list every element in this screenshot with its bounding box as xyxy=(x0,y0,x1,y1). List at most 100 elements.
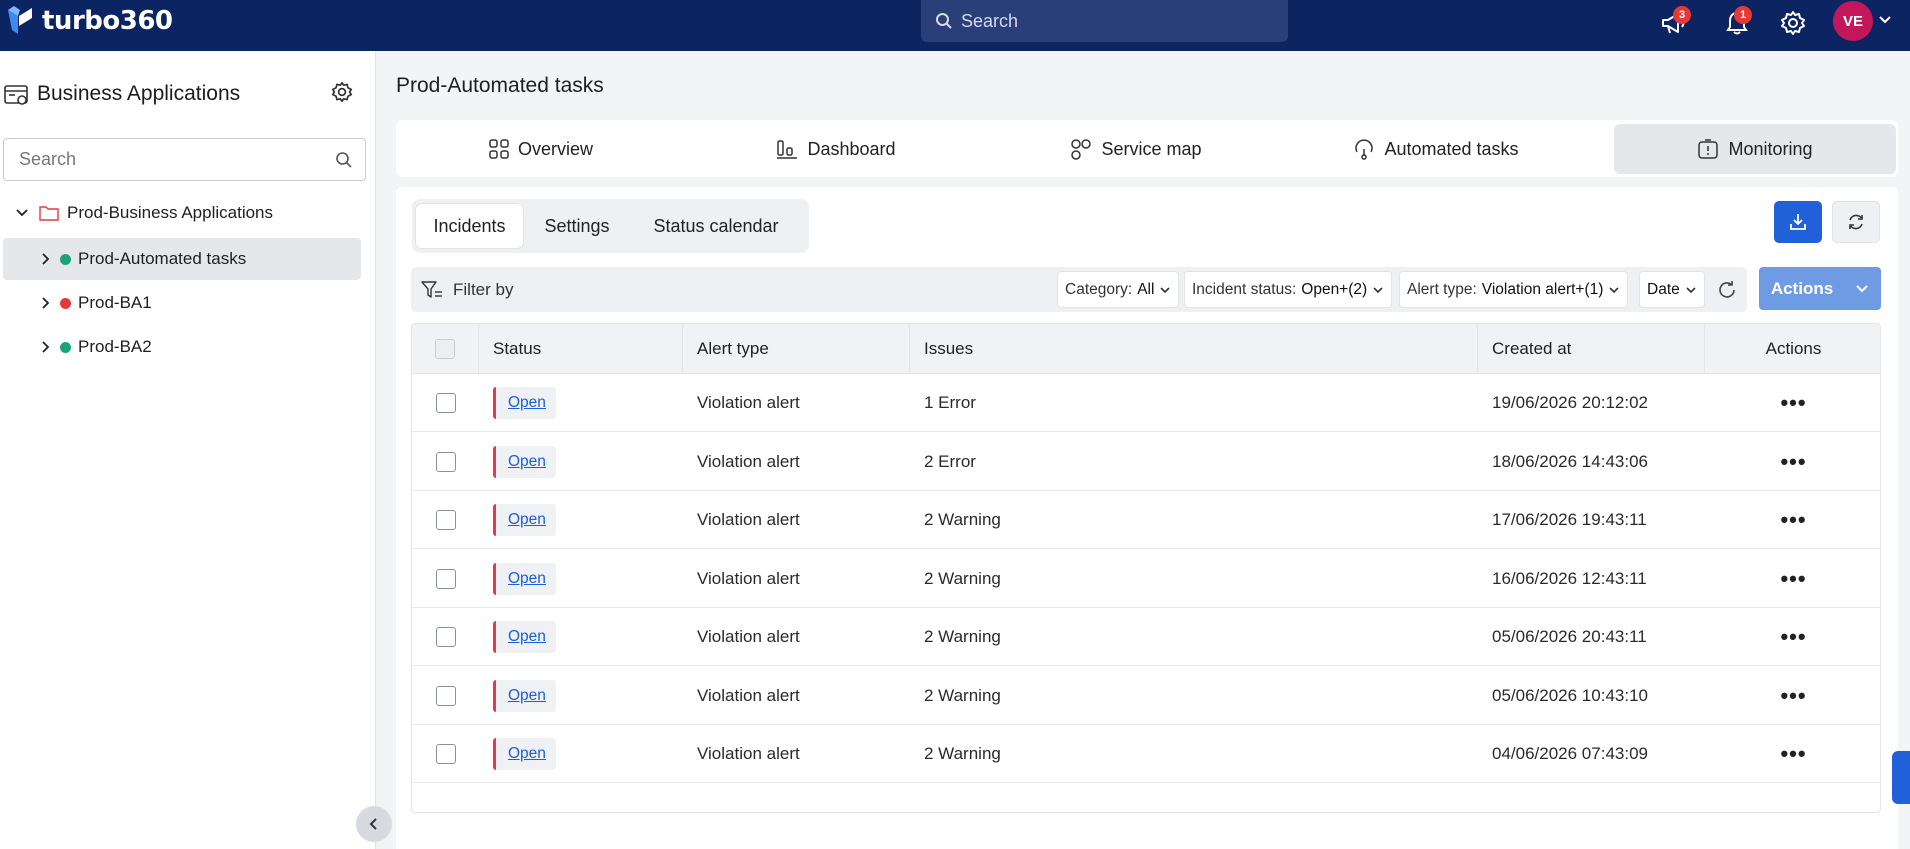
incidents-panel: Incidents Settings Status calendar Filte… xyxy=(396,187,1898,849)
chip-value: Open+(2) xyxy=(1301,280,1368,298)
collapse-sidebar-button[interactable] xyxy=(356,806,392,842)
refresh-button[interactable] xyxy=(1832,201,1880,243)
subtab-settings[interactable]: Settings xyxy=(527,204,627,248)
more-options-icon[interactable]: ••• xyxy=(1705,491,1880,549)
status-link[interactable]: Open xyxy=(508,745,546,763)
tab-service-map[interactable]: Service map xyxy=(986,124,1286,174)
reset-filter-icon[interactable] xyxy=(1717,280,1737,300)
settings-button[interactable] xyxy=(1776,6,1810,40)
filter-chip-category[interactable]: Category: All xyxy=(1057,271,1180,308)
brand-logo[interactable]: turbo360 xyxy=(6,6,173,36)
chevron-down-icon xyxy=(1856,284,1868,292)
table-row[interactable]: Open Violation alert 2 Warning 04/06/2026 0… xyxy=(412,725,1880,783)
table-row[interactable]: Open Violation alert 2 Error 18/06/2026 14:… xyxy=(412,433,1880,491)
status-dot xyxy=(60,341,71,353)
alert-type-cell: Violation alert xyxy=(697,685,800,705)
created-at-cell: 05/06/2026 10:43:10 xyxy=(1492,685,1648,705)
incidents-table: Status Alert type Issues Created at Acti… xyxy=(411,323,1881,813)
status-link[interactable]: Open xyxy=(508,511,546,529)
row-select-cell xyxy=(412,491,479,549)
table-row[interactable]: Open Violation alert 2 Warning 05/06/2026 2… xyxy=(412,608,1880,666)
turbo360-logo-icon xyxy=(8,6,32,34)
row-select-cell xyxy=(412,433,479,491)
tab-automated-tasks[interactable]: Automated tasks xyxy=(1286,124,1586,174)
status-link[interactable]: Open xyxy=(508,687,546,705)
actions-dropdown-button[interactable]: Actions xyxy=(1759,267,1881,310)
column-header-alert-type[interactable]: Alert type xyxy=(683,324,910,374)
status-link[interactable]: Open xyxy=(508,394,546,412)
status-link[interactable]: Open xyxy=(508,570,546,588)
row-select-cell xyxy=(412,667,479,725)
announcements-button[interactable]: 3 xyxy=(1657,6,1691,40)
tree-item-prod-ba2[interactable]: Prod-BA2 xyxy=(3,326,361,368)
status-link[interactable]: Open xyxy=(508,628,546,646)
column-header-issues[interactable]: Issues xyxy=(910,324,1478,374)
row-checkbox[interactable] xyxy=(435,510,456,530)
notifications-button[interactable]: 1 xyxy=(1720,6,1754,40)
created-at-cell: 16/06/2026 12:43:11 xyxy=(1492,568,1647,588)
more-options-icon[interactable]: ••• xyxy=(1705,433,1880,491)
tree-item-prod-automated-tasks[interactable]: Prod-Automated tasks xyxy=(3,238,361,280)
table-row[interactable]: Open Violation alert 2 Warning 16/06/2026 1… xyxy=(412,550,1880,608)
subtab-incidents[interactable]: Incidents xyxy=(416,204,523,248)
row-checkbox[interactable] xyxy=(435,627,456,647)
row-checkbox[interactable] xyxy=(435,685,456,706)
tab-label: Dashboard xyxy=(807,138,896,159)
actions-label: Actions xyxy=(1770,278,1834,298)
row-checkbox[interactable] xyxy=(435,451,456,472)
tree-item-root[interactable]: Prod-Business Applications xyxy=(3,192,361,234)
gear-icon xyxy=(1781,11,1805,35)
more-options-icon[interactable]: ••• xyxy=(1705,608,1880,666)
filter-chip-incident-status[interactable]: Incident status: Open+(2) xyxy=(1184,271,1393,308)
business-application-icon xyxy=(4,85,28,105)
filter-by[interactable]: Filter by xyxy=(421,267,513,312)
side-panel-toggle[interactable] xyxy=(1892,751,1910,804)
more-options-icon[interactable]: ••• xyxy=(1705,725,1880,783)
sidebar-search[interactable] xyxy=(3,138,366,181)
chevron-right-icon[interactable] xyxy=(40,296,52,310)
chip-value: Date xyxy=(1647,280,1680,298)
refresh-icon xyxy=(1849,214,1863,230)
download-button[interactable] xyxy=(1774,201,1822,243)
tree-item-prod-ba1[interactable]: Prod-BA1 xyxy=(3,282,361,324)
filter-chip-alert-type[interactable]: Alert type: Violation alert+(1) xyxy=(1399,271,1629,308)
status-link[interactable]: Open xyxy=(508,453,546,471)
status-badge: Open xyxy=(493,562,556,595)
row-checkbox[interactable] xyxy=(435,568,456,589)
search-icon xyxy=(936,13,952,29)
row-select-cell xyxy=(412,550,479,608)
gear-icon[interactable] xyxy=(331,81,353,103)
subtab-status-calendar[interactable]: Status calendar xyxy=(631,204,801,248)
chip-value: Violation alert+(1) xyxy=(1481,280,1604,298)
sidebar-title: Business Applications xyxy=(37,82,241,105)
table-header: Status Alert type Issues Created at Acti… xyxy=(412,324,1880,374)
created-at-cell: 04/06/2026 07:43:09 xyxy=(1492,744,1648,763)
filter-label: Filter by xyxy=(453,279,514,299)
tab-overview[interactable]: Overview xyxy=(396,124,686,174)
more-options-icon[interactable]: ••• xyxy=(1705,667,1880,725)
chevron-down-icon[interactable] xyxy=(1877,12,1893,28)
chip-value: All xyxy=(1137,280,1155,298)
column-header-status[interactable]: Status xyxy=(479,324,683,374)
sidebar-search-input[interactable] xyxy=(19,149,335,170)
table-row[interactable]: Open Violation alert 1 Error 19/06/2026 20:… xyxy=(412,374,1880,432)
filter-chip-date[interactable]: Date xyxy=(1639,271,1705,308)
chevron-right-icon[interactable] xyxy=(40,252,52,266)
table-row[interactable]: Open Violation alert 2 Warning 05/06/2026 1… xyxy=(412,667,1880,725)
column-header-actions: Actions xyxy=(1765,339,1822,358)
tab-monitoring[interactable]: Monitoring xyxy=(1614,124,1896,174)
chevron-right-icon[interactable] xyxy=(40,340,52,354)
row-checkbox[interactable] xyxy=(435,393,456,413)
user-avatar[interactable]: VE xyxy=(1833,1,1873,41)
more-options-icon[interactable]: ••• xyxy=(1705,550,1880,608)
global-search-input[interactable] xyxy=(961,10,1261,32)
chevron-down-icon[interactable] xyxy=(15,206,29,220)
column-header-created-at[interactable]: Created at xyxy=(1478,324,1705,374)
row-checkbox[interactable] xyxy=(435,744,456,764)
select-all-checkbox[interactable] xyxy=(435,339,455,359)
tab-dashboard[interactable]: Dashboard xyxy=(686,124,986,174)
table-row[interactable]: Open Violation alert 2 Warning 17/06/2026 1… xyxy=(412,491,1880,549)
global-search[interactable] xyxy=(921,0,1288,42)
issues-cell: 2 Warning xyxy=(924,568,1001,588)
more-options-icon[interactable]: ••• xyxy=(1705,374,1880,432)
